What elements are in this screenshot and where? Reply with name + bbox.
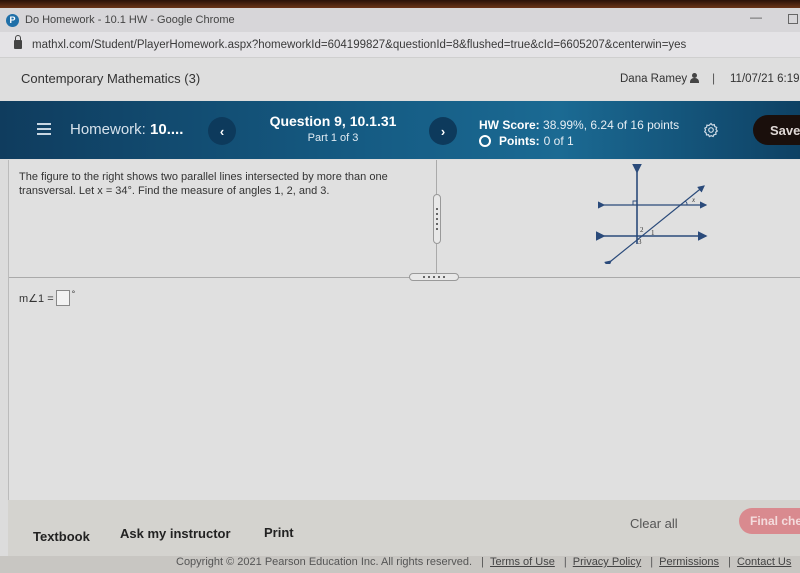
label-angle-1: 1 [651, 229, 655, 237]
status-circle-icon [479, 135, 491, 147]
homework-prefix: Homework: [70, 121, 151, 138]
datetime: 11/07/21 6:19 [730, 73, 800, 85]
homework-name: 10.... [150, 121, 184, 138]
oblique-transversal [604, 185, 705, 264]
angle-1-input[interactable] [55, 290, 70, 306]
hw-score-value: 38.99%, 6.24 of 16 points [539, 118, 680, 132]
contact-us-link[interactable]: Contact Us [737, 556, 791, 568]
homework-nav-bar: Homework: 10.... ‹ Question 9, 10.1.31 P… [0, 101, 800, 159]
course-title[interactable]: Contemporary Mathematics (3) [21, 71, 200, 86]
browser-title-bar: P Do Homework - 10.1 HW - Google Chrome … [0, 8, 800, 32]
final-check-button[interactable]: Final check [739, 508, 800, 534]
screen-bezel [0, 0, 800, 8]
gear-icon[interactable] [703, 122, 719, 138]
url-text[interactable]: mathxl.com/Student/PlayerHomework.aspx?h… [32, 39, 686, 51]
horizontal-resize-handle[interactable] [409, 273, 459, 281]
permissions-link[interactable]: Permissions [659, 556, 719, 568]
lock-icon[interactable] [14, 35, 22, 49]
clear-all-button[interactable]: Clear all [630, 516, 678, 531]
copyright-bar: Copyright © 2021 Pearson Education Inc. … [0, 556, 800, 573]
previous-question-button[interactable]: ‹ [208, 117, 236, 145]
parallel-lines-figure: x 2 1 3 [596, 164, 708, 264]
pearson-favicon-icon: P [6, 13, 19, 27]
user-name: Dana Ramey [620, 73, 688, 85]
hw-score-label: HW Score: [479, 118, 540, 132]
angle-1-label: m∠1 = [19, 293, 54, 305]
points-status: Points: 0 of 1 [479, 134, 574, 148]
save-button[interactable]: Save [753, 115, 800, 145]
minimize-icon[interactable]: — [750, 10, 762, 24]
horizontal-divider [9, 277, 800, 278]
copyright-text: Copyright © 2021 Pearson Education Inc. … [176, 556, 473, 568]
address-bar[interactable]: mathxl.com/Student/PlayerHomework.aspx?h… [0, 32, 800, 58]
answer-row: m∠1 = ° [19, 289, 76, 306]
hw-score: HW Score: 38.99%, 6.24 of 16 points [479, 118, 679, 132]
label-x: x [691, 196, 696, 204]
mathxl-page: Contemporary Mathematics (3) Dana Ramey … [0, 58, 800, 573]
maximize-icon[interactable] [788, 14, 798, 24]
points-label: Points: [499, 134, 540, 148]
menu-icon[interactable] [37, 123, 51, 135]
points-value: 0 of 1 [543, 134, 574, 148]
textbook-link[interactable]: Textbook [33, 529, 90, 544]
label-angle-2: 2 [640, 226, 644, 234]
degree-symbol: ° [71, 289, 76, 299]
privacy-policy-link[interactable]: Privacy Policy [573, 556, 641, 568]
angle-x-arc [684, 200, 688, 206]
user-icon [689, 73, 699, 84]
next-question-button[interactable]: › [429, 117, 457, 145]
print-link[interactable]: Print [264, 525, 294, 540]
homework-title[interactable]: Homework: 10.... [70, 121, 183, 138]
course-header: Contemporary Mathematics (3) Dana Ramey … [0, 58, 800, 100]
label-angle-3: 3 [638, 238, 642, 246]
window-title: Do Homework - 10.1 HW - Google Chrome [25, 14, 235, 26]
question-text: The figure to the right shows two parall… [19, 171, 388, 197]
question-title: Question 9, 10.1.31 [269, 113, 397, 129]
terms-of-use-link[interactable]: Terms of Use [490, 556, 555, 568]
header-separator: | [712, 71, 716, 85]
vertical-resize-handle[interactable] [433, 194, 441, 244]
question-area: The figure to the right shows two parall… [8, 160, 800, 500]
ask-instructor-link[interactable]: Ask my instructor [120, 526, 231, 541]
footer-bar: Textbook Ask my instructor Print Clear a… [8, 500, 800, 556]
question-part: Part 1 of 3 [307, 132, 359, 144]
